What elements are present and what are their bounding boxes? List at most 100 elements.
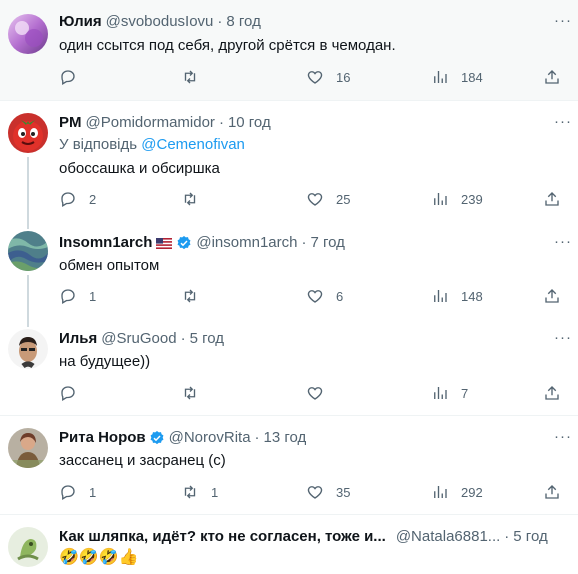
display-name[interactable]: Илья xyxy=(59,329,97,349)
heart-icon xyxy=(307,193,323,206)
retweet-button[interactable] xyxy=(181,287,211,305)
retweet-icon xyxy=(184,485,196,499)
like-button[interactable]: 16 xyxy=(306,68,350,86)
retweet-button[interactable] xyxy=(181,190,211,208)
like-button[interactable]: 35 xyxy=(306,483,350,501)
avatar[interactable] xyxy=(8,113,48,153)
reply-button[interactable]: 1 xyxy=(59,483,96,501)
views-button[interactable]: 148 xyxy=(431,287,483,305)
tweet[interactable]: Юлия @svobodusIovu · 8 год ··· один ссыт… xyxy=(0,0,578,100)
tweet[interactable]: PM @Pomidormamidor · 10 год ··· У відпов… xyxy=(0,101,578,219)
timestamp[interactable]: 10 год xyxy=(228,113,271,133)
more-options-icon[interactable]: ··· xyxy=(554,428,572,445)
heart-icon xyxy=(307,290,323,303)
share-button[interactable] xyxy=(543,190,561,208)
reply-count: 1 xyxy=(89,484,97,500)
avatar[interactable] xyxy=(8,329,48,369)
like-button[interactable] xyxy=(306,384,336,402)
retweet-button[interactable]: 1 xyxy=(181,483,218,501)
thread-line xyxy=(27,219,29,229)
timestamp[interactable]: 5 год xyxy=(513,527,547,547)
display-name[interactable]: Insomn1arch xyxy=(59,233,152,253)
tweet-feed: Юлия @svobodusIovu · 8 год ··· один ссыт… xyxy=(0,0,578,574)
tweet-text: 🤣🤣🤣👍 xyxy=(59,549,139,566)
share-button[interactable] xyxy=(543,483,561,501)
retweet-button[interactable] xyxy=(181,68,211,86)
share-button[interactable] xyxy=(543,384,561,402)
heart-icon xyxy=(307,486,323,499)
view-count: 184 xyxy=(461,69,483,85)
views-button[interactable]: 7 xyxy=(431,384,468,402)
us-flag-icon xyxy=(156,237,173,249)
display-name[interactable]: PM xyxy=(59,113,82,133)
reply-icon xyxy=(61,386,75,401)
tweet[interactable]: Рита Норов @NorovRita · 13 год ··· засса… xyxy=(0,416,578,514)
user-handle[interactable]: @svobodusIovu xyxy=(106,12,214,32)
more-options-icon[interactable]: ··· xyxy=(554,233,572,250)
reply-to-link[interactable]: @Cemenofivan xyxy=(141,136,245,153)
like-button[interactable]: 25 xyxy=(306,190,350,208)
timestamp[interactable]: 13 год xyxy=(264,428,307,448)
more-options-icon[interactable]: ··· xyxy=(554,329,572,346)
tweet-actions: 16 184 xyxy=(59,68,559,88)
reply-icon xyxy=(61,289,75,304)
timestamp[interactable]: 8 год xyxy=(226,12,260,32)
separator-dot: · xyxy=(218,114,224,131)
user-handle[interactable]: @Pomidormamidor xyxy=(86,113,215,133)
reply-icon xyxy=(61,485,75,500)
avatar[interactable] xyxy=(8,14,48,54)
separator-dot: · xyxy=(254,429,260,446)
reply-context: У відповідь @Cemenofivan xyxy=(59,135,245,155)
retweet-icon xyxy=(184,289,196,303)
user-handle[interactable]: @Natala6881... xyxy=(396,527,500,547)
retweet-count: 1 xyxy=(211,484,219,500)
avatar[interactable] xyxy=(8,527,48,567)
like-count: 6 xyxy=(336,288,344,304)
analytics-icon xyxy=(434,193,447,205)
display-name[interactable]: Рита Норов xyxy=(59,428,146,448)
like-button[interactable]: 6 xyxy=(306,287,343,305)
tweet-text: обмен опытом xyxy=(59,257,160,274)
share-icon xyxy=(545,386,559,400)
user-handle[interactable]: @insomn1arch xyxy=(196,233,297,253)
display-name[interactable]: Юлия xyxy=(59,12,102,32)
reply-button[interactable]: 2 xyxy=(59,190,96,208)
heart-icon xyxy=(307,387,323,400)
verified-badge-icon xyxy=(150,431,164,445)
retweet-icon xyxy=(184,70,196,84)
tweet-actions: 7 xyxy=(59,384,559,404)
tweet-text: на будущее)) xyxy=(59,353,151,370)
more-options-icon[interactable]: ··· xyxy=(554,113,572,130)
tweet[interactable]: Как шляпка, идёт? кто не согласен, тоже … xyxy=(0,515,578,574)
retweet-icon xyxy=(184,192,196,206)
reply-button[interactable]: 1 xyxy=(59,287,96,305)
reply-button[interactable] xyxy=(59,68,89,86)
tweet-actions: 2 25 239 xyxy=(59,190,559,210)
share-button[interactable] xyxy=(543,68,561,86)
user-handle[interactable]: @SruGood xyxy=(101,329,176,349)
timestamp[interactable]: 5 год xyxy=(190,329,224,349)
avatar[interactable] xyxy=(8,428,48,468)
view-count: 7 xyxy=(461,385,469,401)
reply-button[interactable] xyxy=(59,384,89,402)
share-icon xyxy=(545,289,559,303)
timestamp[interactable]: 7 год xyxy=(310,233,344,253)
display-name[interactable]: Как шляпка, идёт? кто не согласен, тоже … xyxy=(59,527,386,547)
tweet-actions: 1 6 148 xyxy=(59,287,559,307)
views-button[interactable]: 239 xyxy=(431,190,483,208)
avatar[interactable] xyxy=(8,231,48,271)
more-options-icon[interactable]: ··· xyxy=(554,12,572,29)
retweet-button[interactable] xyxy=(181,384,211,402)
separator-dot: · xyxy=(180,330,186,347)
tweet[interactable]: Insomn1arch @insomn1arch · 7 год ··· обм… xyxy=(0,219,578,317)
retweet-icon xyxy=(184,386,196,400)
tweet[interactable]: Илья @SruGood · 5 год ··· на будущее)) 7 xyxy=(0,317,578,415)
share-button[interactable] xyxy=(543,287,561,305)
views-button[interactable]: 184 xyxy=(431,68,483,86)
view-count: 292 xyxy=(461,484,483,500)
tweet-text: один ссытся под себя, другой срётся в че… xyxy=(59,37,396,54)
reply-icon xyxy=(61,70,75,85)
views-button[interactable]: 292 xyxy=(431,483,483,501)
tweet-text: зассанец и засранец (с) xyxy=(59,452,226,469)
user-handle[interactable]: @NorovRita xyxy=(169,428,251,448)
